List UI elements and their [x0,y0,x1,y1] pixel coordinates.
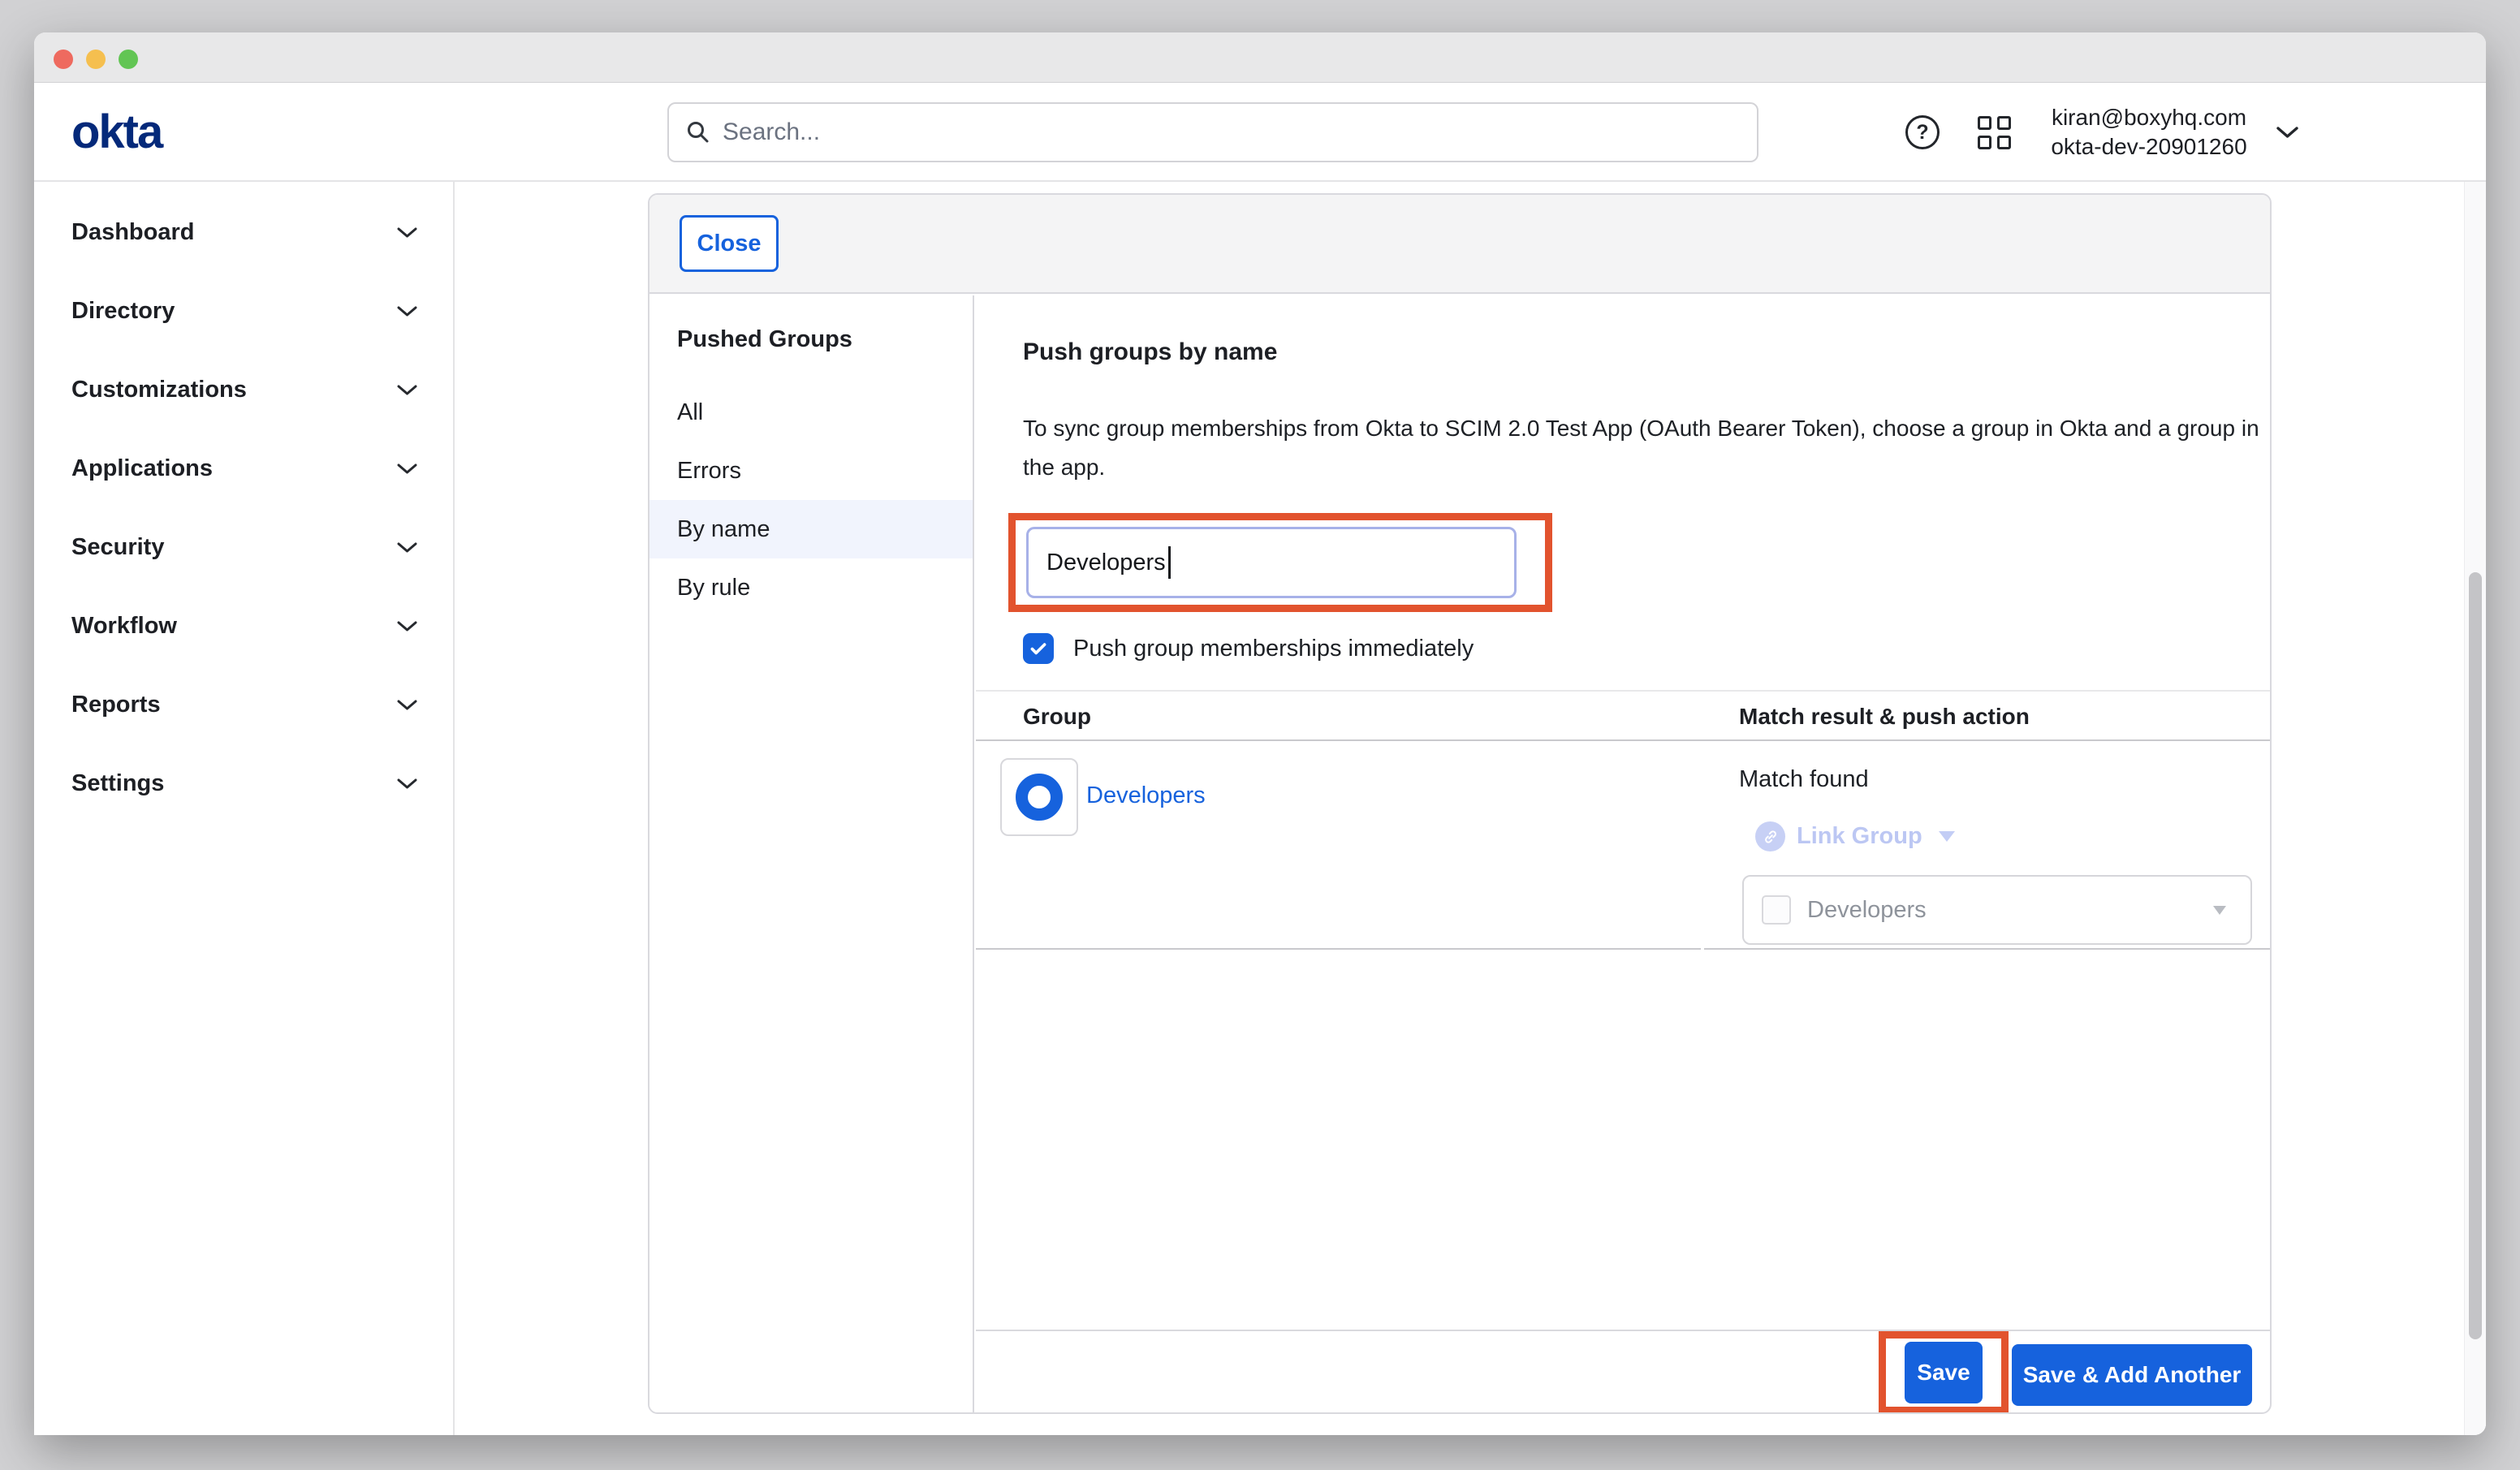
pushed-groups-subnav: Pushed Groups All Errors By name By rule [649,295,974,1412]
link-group-dropdown-button[interactable]: Link Group [1755,821,1955,851]
group-avatar [1000,758,1078,836]
sidebar-nav: Dashboard Directory Customizations Appli… [34,182,455,1435]
table-top-border [976,690,2270,692]
sidebar-item-security[interactable]: Security [34,508,453,587]
sidebar-item-reports[interactable]: Reports [34,666,453,744]
search-bar[interactable] [667,102,1758,162]
panel-description: To sync group memberships from Okta to S… [1023,409,2272,487]
zoom-window-button[interactable] [119,50,138,69]
push-groups-dialog: Close Pushed Groups All Errors By name [648,193,2272,1414]
chevron-down-icon [397,542,417,554]
sidebar-item-directory[interactable]: Directory [34,272,453,351]
target-group-value: Developers [1807,897,2197,924]
group-name-input[interactable]: Developers [1026,527,1517,598]
subnav-item-all[interactable]: All [649,383,973,442]
subnav-item-errors[interactable]: Errors [649,442,973,500]
check-icon [1028,638,1049,659]
subnav-item-by-rule[interactable]: By rule [649,558,973,617]
org-name: okta-dev-20901260 [2031,132,2267,162]
table-header-border [976,739,2270,741]
target-group-select[interactable]: Developers [1742,875,2252,945]
desktop-background: okta ? kiran@boxyhq.com okta-d [0,0,2520,1470]
chevron-down-icon [397,306,417,317]
link-icon [1755,821,1785,851]
annotation-highlight-input: Developers [1008,513,1552,612]
help-icon[interactable]: ? [1905,115,1940,149]
column-header-group: Group [1023,704,1091,730]
close-button[interactable]: Close [680,215,779,272]
chevron-down-icon [397,463,417,475]
account-menu[interactable]: kiran@boxyhq.com okta-dev-20901260 [2031,103,2267,162]
chevron-down-icon [397,621,417,632]
subnav-item-by-name[interactable]: By name [649,500,973,558]
okta-logo: okta [71,83,162,180]
push-immediately-row: Push group memberships immediately [1023,633,1474,664]
caret-down-icon [2213,906,2226,915]
sidebar-item-settings[interactable]: Settings [34,744,453,823]
sidebar-item-applications[interactable]: Applications [34,429,453,508]
search-icon [685,119,711,145]
group-ring-icon [1016,774,1063,821]
chevron-down-icon[interactable] [2276,127,2298,139]
sidebar-item-dashboard[interactable]: Dashboard [34,193,453,272]
chevron-down-icon [397,700,417,711]
save-and-add-another-button[interactable]: Save & Add Another [2012,1344,2252,1406]
column-header-match: Match result & push action [1739,704,2030,730]
window-titlebar [34,32,2486,83]
chevron-down-icon [397,778,417,790]
push-immediately-label: Push group memberships immediately [1073,636,1474,662]
caret-down-icon [1939,831,1955,842]
text-cursor [1168,546,1171,579]
panel-title: Push groups by name [1023,336,1277,369]
push-by-name-panel: Push groups by name To sync group member… [976,295,2270,1412]
subnav-title: Pushed Groups [677,326,852,353]
save-button[interactable]: Save [1905,1342,1983,1403]
scrollbar-thumb[interactable] [2469,572,2482,1339]
dialog-header: Close [649,195,2270,294]
main-content: Close Pushed Groups All Errors By name [456,182,2486,1435]
browser-window: okta ? kiran@boxyhq.com okta-d [34,32,2486,1435]
chevron-down-icon [397,227,417,239]
traffic-lights [54,50,138,69]
app-header: okta ? kiran@boxyhq.com okta-d [34,83,2486,182]
close-window-button[interactable] [54,50,73,69]
match-status: Match found [1739,766,1869,793]
annotation-highlight-save: Save [1879,1331,2009,1414]
row-border [1704,948,2270,950]
search-input[interactable] [723,104,1757,161]
user-email: kiran@boxyhq.com [2031,103,2267,132]
row-border [976,948,1701,950]
minimize-window-button[interactable] [86,50,106,69]
footer-divider [976,1330,2270,1331]
group-name-link[interactable]: Developers [1086,782,1206,809]
group-placeholder-icon [1762,895,1791,925]
sidebar-item-customizations[interactable]: Customizations [34,351,453,429]
push-immediately-checkbox[interactable] [1023,633,1054,664]
chevron-down-icon [397,385,417,396]
link-group-label: Link Group [1797,823,1922,850]
sidebar-item-workflow[interactable]: Workflow [34,587,453,666]
apps-grid-icon[interactable] [1978,116,2011,149]
